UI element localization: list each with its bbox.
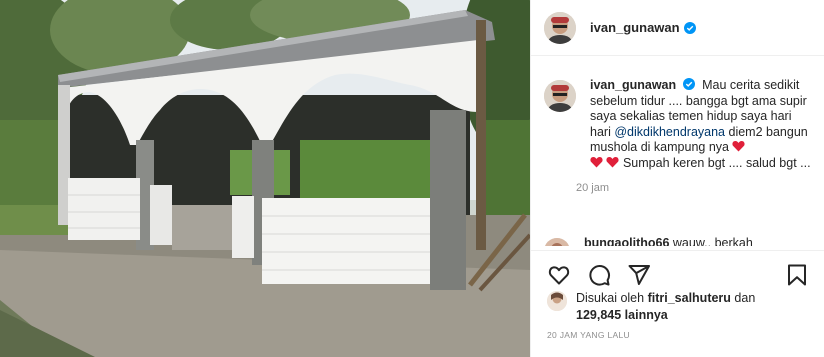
likes-connector: dan xyxy=(734,291,756,305)
action-icons xyxy=(547,263,651,287)
caption-body-3: Sumpah keren bgt .... salud bgt ... xyxy=(622,155,811,170)
comment-item: bungaolitho66 wauw.. berkah xyxy=(544,236,814,246)
red-heart-emoji-icon xyxy=(732,141,746,152)
likes-count[interactable]: 129,845 xyxy=(576,308,621,322)
comment-text: bungaolitho66 wauw.. berkah xyxy=(584,236,753,246)
likes-suffix[interactable]: lainnya xyxy=(625,308,668,322)
red-heart-emoji-icon xyxy=(590,156,603,167)
heart-outline-icon[interactable] xyxy=(547,263,571,287)
post-timestamp[interactable]: 20 JAM YANG LALU xyxy=(547,330,630,340)
comment-avatar[interactable] xyxy=(544,238,570,246)
post-actions: Disukai oleh fitri_salhuteru dan 129,845… xyxy=(531,250,824,357)
comment-bubble-icon[interactable] xyxy=(587,263,611,287)
verified-badge-icon xyxy=(683,21,696,34)
comment-body: wauw.. berkah xyxy=(672,236,753,246)
caption-mention-link[interactable]: @dikdikhendrayana xyxy=(614,125,725,139)
save-button[interactable] xyxy=(785,263,809,287)
liker-avatar[interactable] xyxy=(547,291,567,311)
red-heart-emoji-icon xyxy=(606,156,620,167)
avatar[interactable] xyxy=(544,11,576,44)
paper-plane-icon[interactable] xyxy=(627,263,651,287)
caption-username[interactable]: ivan_gunawan xyxy=(590,78,676,92)
likes-row: Disukai oleh fitri_salhuteru dan 129,845… xyxy=(547,290,796,324)
liker-username[interactable]: fitri_salhuteru xyxy=(648,291,731,305)
likes-text: Disukai oleh fitri_salhuteru dan 129,845… xyxy=(576,290,796,324)
caption: ivan_gunawan Mau cerita sedikit sebelum … xyxy=(544,78,814,194)
bookmark-icon[interactable] xyxy=(785,263,809,287)
post-sidebar: ivan_gunawan ivan_gunawan Mau cerita sed… xyxy=(530,0,824,357)
likes-prefix: Disukai oleh xyxy=(576,291,645,305)
header-username[interactable]: ivan_gunawan xyxy=(590,20,680,35)
caption-text: ivan_gunawan Mau cerita sedikit sebelum … xyxy=(590,78,812,171)
comment-username[interactable]: bungaolitho66 xyxy=(584,236,669,246)
caption-timestamp[interactable]: 20 jam xyxy=(576,182,812,194)
post-header: ivan_gunawan xyxy=(531,0,824,56)
post-photo[interactable] xyxy=(0,0,530,357)
caption-avatar[interactable] xyxy=(544,80,576,112)
verified-badge-icon xyxy=(682,78,695,90)
